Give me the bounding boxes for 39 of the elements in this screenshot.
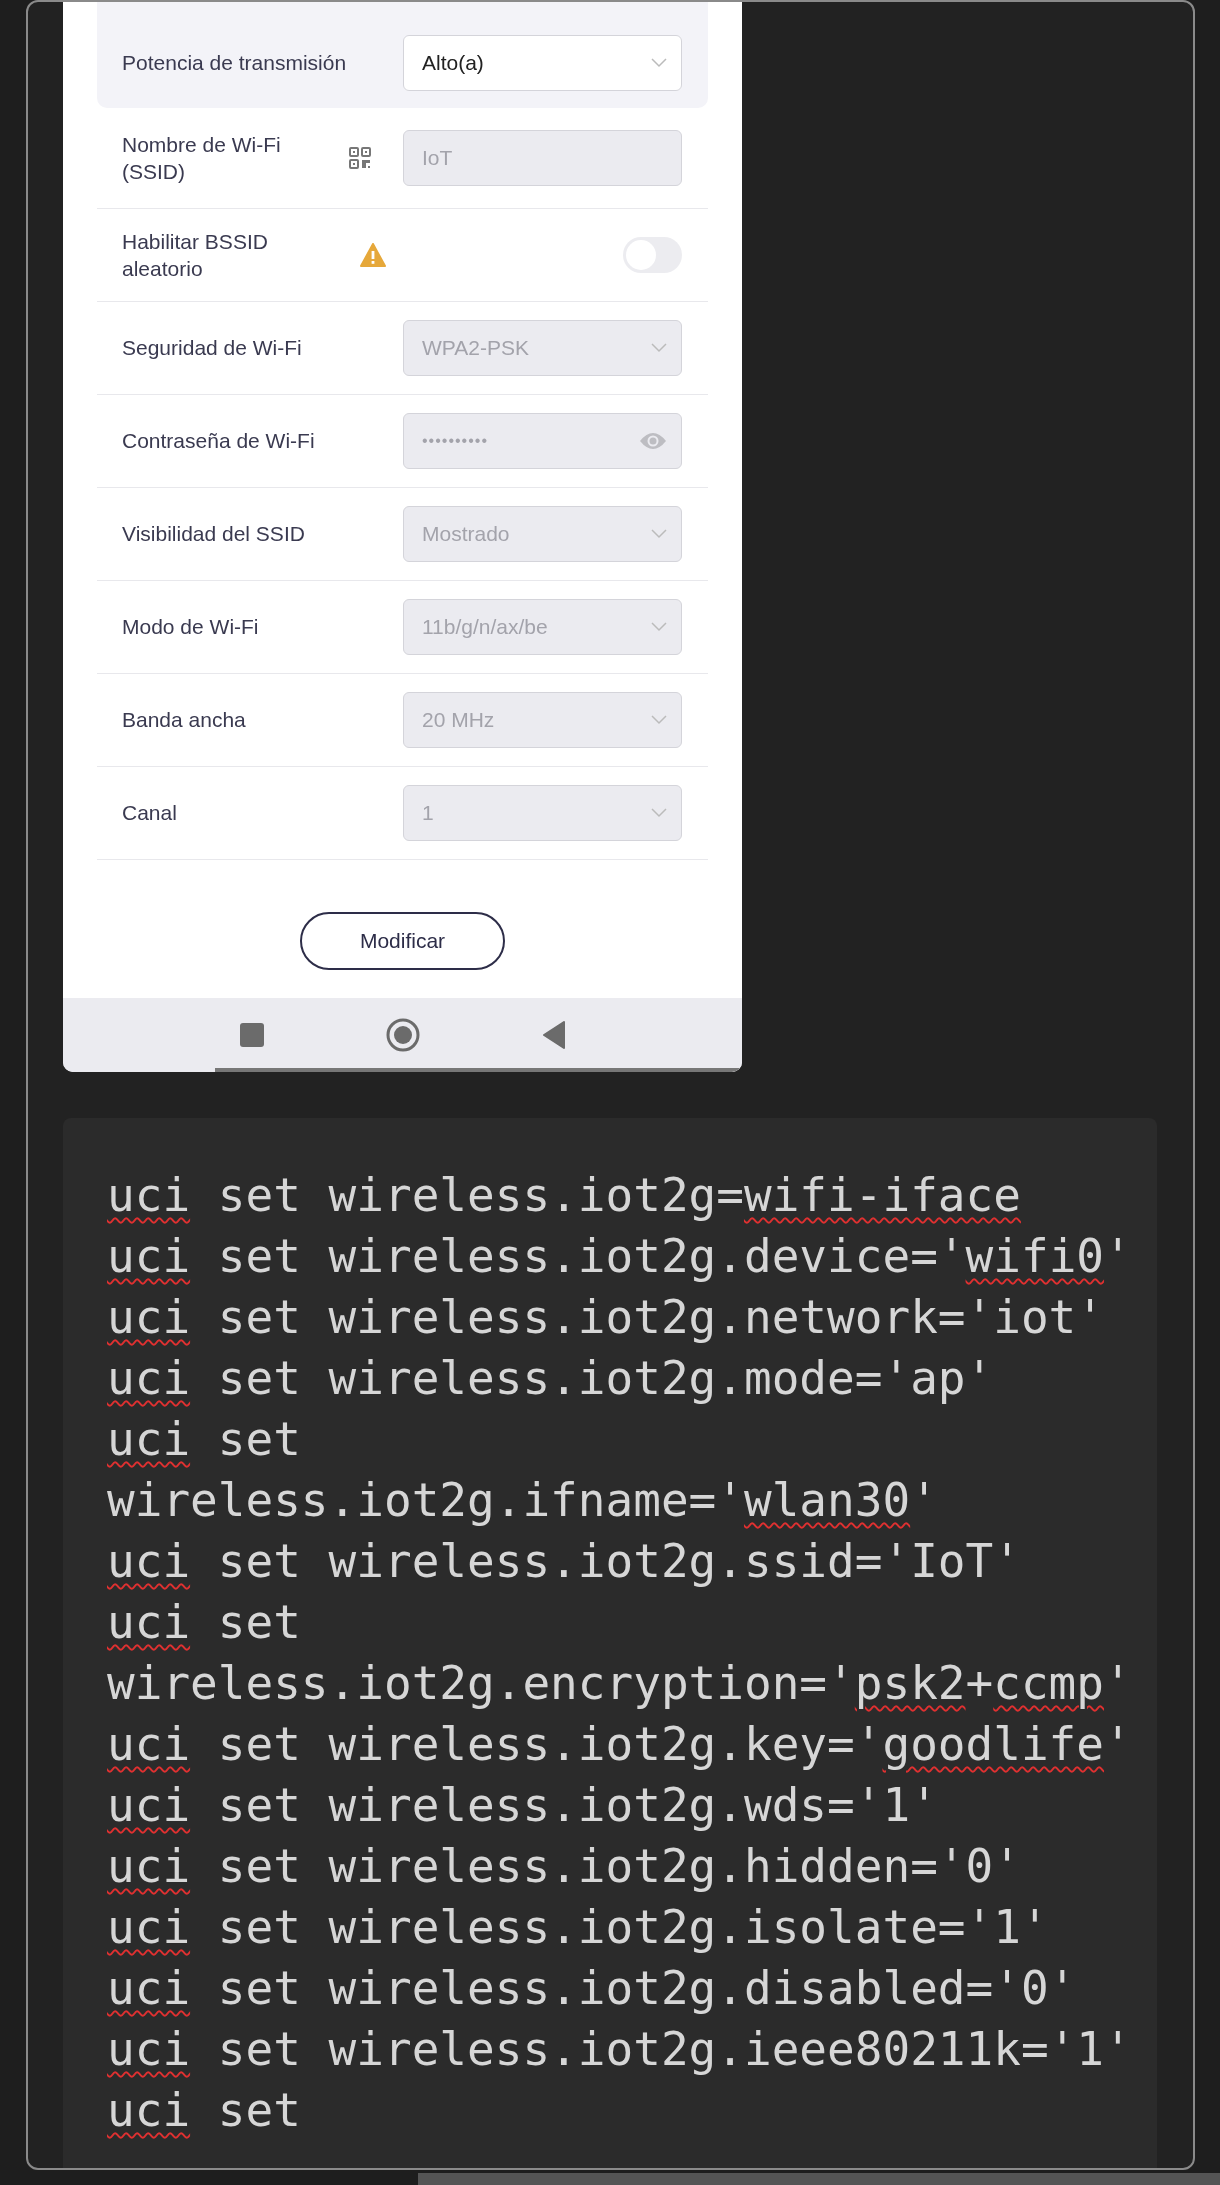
dropdown[interactable]: Alto(a) bbox=[403, 35, 682, 91]
home-circle-icon[interactable] bbox=[385, 1017, 420, 1052]
back-triangle-icon[interactable] bbox=[541, 1020, 566, 1049]
field-label: Banda ancha bbox=[122, 707, 246, 734]
modify-button[interactable]: Modificar bbox=[300, 912, 505, 970]
square-icon[interactable] bbox=[239, 1022, 264, 1047]
chevron-down-icon bbox=[651, 529, 667, 539]
chevron-down-icon bbox=[651, 343, 667, 353]
scrollbar[interactable] bbox=[418, 2173, 1220, 2185]
code-line: wireless.iot2g.encryption='psk2+ccmp' bbox=[107, 1655, 1132, 1712]
chevron-down-icon bbox=[651, 715, 667, 725]
field-label: Contraseña de Wi-Fi bbox=[122, 428, 315, 455]
code-line: uci set wireless.iot2g.ssid='IoT' bbox=[107, 1533, 1021, 1590]
field-label: Seguridad de Wi-Fi bbox=[122, 335, 302, 362]
field-label: Potencia de transmisión bbox=[122, 50, 347, 77]
chevron-down-icon bbox=[651, 58, 667, 68]
code-line: uci set bbox=[107, 1594, 301, 1651]
field-label: Visibilidad del SSID bbox=[122, 521, 305, 548]
field-label: Habilitar BSSID aleatorio bbox=[122, 228, 269, 282]
code-line: uci set wireless.iot2g.isolate='1' bbox=[107, 1899, 1049, 1956]
code-line: wireless.iot2g.ifname='wlan30' bbox=[107, 1472, 938, 1529]
code-line: uci set bbox=[107, 1411, 301, 1468]
code-line: uci set wireless.iot2g.network='iot' bbox=[107, 1289, 1104, 1346]
field-label: Modo de Wi-Fi bbox=[122, 614, 259, 641]
field-label: Canal bbox=[122, 800, 177, 827]
code-line: uci set wireless.iot2g.ieee80211k='1' bbox=[107, 2021, 1132, 2078]
code-line: uci set wireless.iot2g.key='goodlife' bbox=[107, 1716, 1132, 1773]
code-line: uci set bbox=[107, 2082, 301, 2139]
code-line: uci set wireless.iot2g.device='wifi0' bbox=[107, 1228, 1132, 1285]
code-line: uci set wireless.iot2g.disabled='0' bbox=[107, 1960, 1077, 2017]
chevron-down-icon bbox=[651, 808, 667, 818]
code-line: uci set wireless.iot2g.wds='1' bbox=[107, 1777, 938, 1834]
code-line: uci set wireless.iot2g.hidden='0' bbox=[107, 1838, 1021, 1895]
scrollbar[interactable] bbox=[215, 1068, 742, 1072]
field-label: Nombre de Wi-Fi (SSID) bbox=[122, 131, 282, 185]
warning-icon bbox=[360, 243, 386, 267]
code-line: uci set wireless.iot2g=wifi-iface bbox=[107, 1167, 1021, 1224]
code-line: uci set wireless.iot2g.mode='ap' bbox=[107, 1350, 994, 1407]
chevron-down-icon bbox=[651, 622, 667, 632]
